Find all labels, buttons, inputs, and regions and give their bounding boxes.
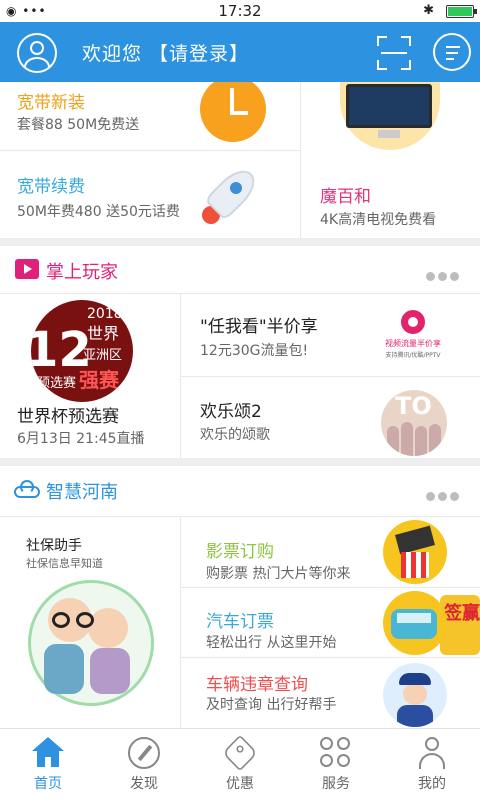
- image-text: 强赛: [79, 368, 119, 392]
- tile-subtitle: 欢乐的颂歌: [200, 427, 270, 443]
- battery-icon: [446, 5, 477, 18]
- broadband-card: 宽带新装 套餐88 50M免费送 宽带续费 50M年费480 送50元话费 魔百…: [0, 82, 480, 238]
- message-icon[interactable]: [433, 33, 471, 71]
- nav-label: 优惠: [226, 776, 254, 792]
- image-text: 亚洲区: [83, 348, 123, 363]
- broadband-new-tile[interactable]: 宽带新装 套餐88 50M免费送: [0, 82, 300, 150]
- image-text: 预选赛: [37, 376, 77, 391]
- nav-label: 我的: [418, 776, 446, 792]
- nav-discount[interactable]: 优惠: [192, 729, 288, 800]
- tile-subtitle: 6月13日 21:45直播: [17, 431, 145, 447]
- elderly-man-body: [44, 644, 84, 694]
- police-icon: [383, 663, 447, 727]
- section-title: 掌上玩家: [46, 262, 118, 283]
- user-icon: [416, 737, 448, 769]
- section-title: 智慧河南: [46, 482, 118, 503]
- tile-title: 汽车订票: [206, 612, 274, 632]
- image-text: 世界: [87, 324, 120, 343]
- logo-text: 视频流量半价享: [385, 339, 441, 348]
- tile-title: 世界杯预选赛: [17, 407, 119, 427]
- nav-label: 发现: [130, 776, 158, 792]
- status-time: 17:32: [218, 2, 262, 20]
- section-header: 智慧河南: [0, 466, 480, 514]
- app-header: 欢迎您 【请登录】: [0, 22, 480, 82]
- more-icon[interactable]: [423, 486, 459, 505]
- status-bar: ◉ ••• 17:32 ✱: [0, 0, 480, 22]
- logo-text: TO: [395, 392, 432, 420]
- nav-discover[interactable]: 发现: [96, 729, 192, 800]
- tile-subtitle: 轻松出行 从这里开始: [206, 635, 337, 651]
- login-greeting[interactable]: 欢迎您 【请登录】: [82, 39, 249, 66]
- tile-title: "任我看"半价享: [200, 317, 318, 337]
- promo-text: 签赢: [444, 603, 480, 624]
- tile-title: 魔百和: [320, 187, 371, 207]
- tile-title: 欢乐颂2: [200, 402, 262, 422]
- cloud-icon: [14, 480, 40, 498]
- video-icon: [15, 259, 39, 279]
- more-icon[interactable]: [423, 266, 459, 285]
- tile-subtitle: 4K高清电视免费看: [320, 212, 437, 228]
- worldcup-tile[interactable]: 12 2018 世界 亚洲区 预选赛 强赛 世界杯预选赛 6月13日 21:45…: [0, 294, 180, 458]
- grid-icon: [320, 737, 352, 769]
- tile-title: 宽带新装: [17, 93, 85, 113]
- nav-label: 服务: [322, 776, 350, 792]
- tile-subtitle: 及时查询 出行好帮手: [206, 697, 337, 713]
- nav-service[interactable]: 服务: [288, 729, 384, 800]
- rocket-icon: [200, 162, 266, 228]
- tile-subtitle: 社保信息早知道: [26, 557, 103, 570]
- section-header: 掌上玩家: [0, 246, 480, 294]
- nav-label: 首页: [34, 776, 62, 792]
- scan-icon[interactable]: [377, 36, 411, 70]
- glasses-icon: [52, 612, 108, 628]
- tile-subtitle: 12元30G流量包!: [200, 343, 309, 359]
- video-discount-logo: 视频流量半价享 支持腾讯/优酷/PPTV: [383, 306, 443, 366]
- mobaihe-tile[interactable]: 魔百和 4K高清电视免费看: [301, 82, 480, 238]
- nav-home[interactable]: 首页: [0, 729, 96, 800]
- tile-title: 宽带续费: [17, 177, 85, 197]
- bluetooth-icon: ✱: [423, 3, 434, 18]
- huanlesong-image: TO: [381, 390, 447, 456]
- movie-icon: [383, 520, 447, 584]
- tile-subtitle: 50M年费480 送50元话费: [17, 204, 180, 220]
- tile-subtitle: 套餐88 50M免费送: [17, 117, 140, 133]
- bottom-navigation: 首页 发现 优惠 服务 我的: [0, 728, 480, 800]
- tile-subtitle: 购影票 热门大片等你来: [206, 566, 351, 582]
- worldcup-image: 12 2018 世界 亚洲区 预选赛 强赛: [31, 300, 133, 402]
- tile-title: 影票订购: [206, 542, 274, 562]
- tile-title: 社保助手: [26, 538, 82, 554]
- compass-icon: [128, 737, 160, 769]
- elderly-woman-body: [90, 648, 130, 694]
- tv-icon: [340, 82, 440, 152]
- clock-icon: [200, 82, 266, 142]
- tile-title: 车辆违章查询: [206, 675, 308, 695]
- nav-mine[interactable]: 我的: [384, 729, 480, 800]
- logo-text: 支持腾讯/优酷/PPTV: [385, 352, 441, 359]
- avatar-icon[interactable]: [17, 33, 57, 73]
- home-icon: [32, 737, 64, 769]
- tag-icon: [221, 734, 259, 772]
- bus-icon: [383, 591, 447, 655]
